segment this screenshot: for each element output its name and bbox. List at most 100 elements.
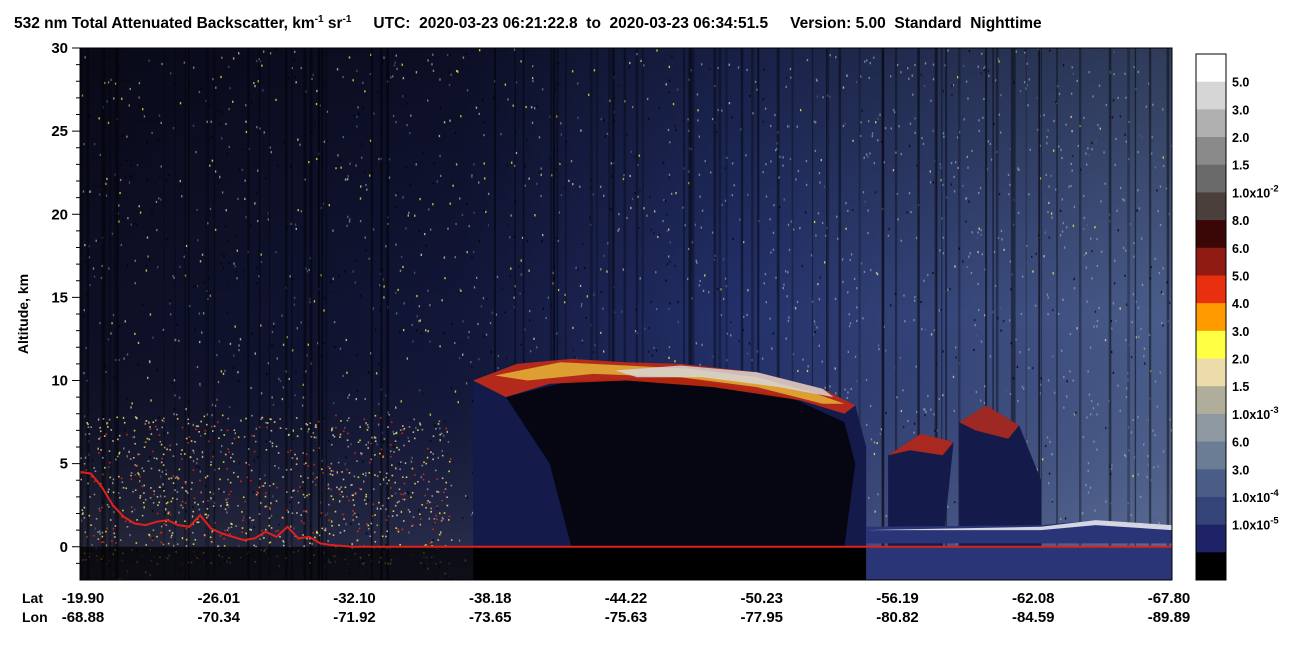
aerosol-speck bbox=[397, 530, 400, 533]
noise-speck bbox=[639, 277, 641, 280]
noise-speck bbox=[807, 365, 809, 368]
noise-speck bbox=[1062, 221, 1064, 225]
noise-speck bbox=[439, 439, 441, 442]
noise-speck bbox=[649, 196, 651, 199]
noise-speck bbox=[409, 184, 411, 187]
noise-speck bbox=[238, 168, 240, 171]
aerosol-speck bbox=[134, 416, 137, 418]
aerosol-speck bbox=[119, 539, 122, 541]
noise-speck bbox=[126, 455, 128, 458]
colorbar-label: 1.0x10-4 bbox=[1232, 488, 1279, 505]
noise-speck bbox=[106, 56, 108, 60]
noise-speck bbox=[129, 87, 131, 91]
aerosol-speck bbox=[327, 487, 330, 490]
noise-speck bbox=[989, 142, 992, 146]
aerosol-speck bbox=[426, 456, 429, 459]
noise-speck bbox=[663, 198, 665, 202]
noise-speck bbox=[1119, 307, 1121, 310]
noise-speck bbox=[1005, 388, 1008, 391]
noise-speck bbox=[638, 154, 641, 157]
aerosol-speck bbox=[275, 445, 278, 448]
noise-speck bbox=[357, 106, 359, 109]
noise-speck bbox=[1105, 103, 1108, 107]
noise-speck bbox=[1099, 127, 1101, 130]
aerosol-speck bbox=[432, 435, 435, 437]
noise-speck bbox=[181, 195, 183, 198]
noise-speck bbox=[1073, 413, 1076, 416]
aerosol-speck bbox=[294, 453, 296, 456]
noise-speck bbox=[1153, 466, 1155, 469]
aerosol-speck bbox=[176, 543, 179, 545]
noise-speck bbox=[538, 136, 541, 139]
aerosol-speck bbox=[342, 478, 345, 481]
noise-speck bbox=[806, 59, 809, 62]
noise-speck bbox=[930, 99, 932, 102]
noise-speck bbox=[1112, 99, 1115, 102]
noise-speck bbox=[164, 512, 167, 515]
noise-speck bbox=[397, 288, 399, 292]
noise-speck bbox=[852, 139, 854, 142]
noise-speck bbox=[900, 409, 903, 413]
noise-speck bbox=[377, 423, 380, 426]
noise-speck bbox=[668, 79, 671, 82]
aerosol-speck bbox=[148, 438, 151, 441]
aerosol-speck bbox=[101, 535, 104, 538]
colorbar-label: 1.0x10-5 bbox=[1232, 516, 1279, 533]
aerosol-speck bbox=[330, 470, 333, 472]
noise-speck bbox=[221, 505, 223, 508]
noise-speck bbox=[228, 406, 231, 409]
colorbar-swatch bbox=[1196, 54, 1226, 83]
y-tick-label: 20 bbox=[51, 206, 68, 223]
aerosol-speck bbox=[412, 431, 415, 433]
noise-speck bbox=[708, 291, 710, 294]
noise-speck bbox=[981, 253, 984, 256]
noise-speck bbox=[84, 417, 86, 420]
aerosol-speck bbox=[84, 531, 87, 534]
noise-speck bbox=[783, 283, 785, 286]
noise-speck bbox=[774, 114, 776, 117]
noise-speck bbox=[593, 293, 595, 296]
aerosol-speck bbox=[266, 426, 268, 429]
noise-speck bbox=[951, 93, 953, 96]
aerosol-speck bbox=[88, 514, 91, 517]
noise-speck bbox=[124, 320, 126, 323]
aerosol-speck bbox=[379, 483, 382, 486]
noise-speck bbox=[618, 213, 620, 216]
noise-speck bbox=[416, 315, 418, 318]
aerosol-speck bbox=[97, 531, 99, 533]
aerosol-speck bbox=[152, 502, 155, 504]
noise-speck bbox=[814, 330, 817, 334]
noise-speck bbox=[411, 323, 413, 327]
noise-speck bbox=[902, 425, 905, 429]
aerosol-speck bbox=[306, 494, 308, 497]
noise-speck bbox=[819, 181, 821, 184]
aerosol-speck bbox=[251, 434, 254, 437]
noise-speck bbox=[260, 392, 263, 395]
aerosol-speck bbox=[244, 500, 246, 503]
noise-speck bbox=[128, 450, 130, 453]
noise-speck bbox=[1162, 324, 1164, 327]
noise-speck bbox=[240, 419, 242, 422]
noise-speck bbox=[954, 501, 956, 504]
noise-speck bbox=[1083, 254, 1085, 257]
aerosol-speck bbox=[433, 522, 436, 524]
noise-speck bbox=[603, 254, 605, 257]
noise-speck bbox=[893, 109, 895, 112]
noise-speck bbox=[395, 406, 397, 409]
aerosol-speck bbox=[194, 501, 196, 504]
aerosol-speck bbox=[429, 542, 432, 545]
noise-speck bbox=[978, 191, 980, 195]
noise-speck bbox=[330, 280, 332, 284]
noise-speck bbox=[292, 437, 294, 441]
noise-speck bbox=[89, 283, 91, 287]
aerosol-speck bbox=[395, 432, 397, 435]
noise-speck bbox=[900, 153, 903, 156]
noise-speck bbox=[877, 493, 879, 496]
noise-speck bbox=[455, 222, 457, 226]
noise-speck bbox=[980, 340, 983, 343]
noise-speck bbox=[529, 309, 531, 313]
noise-speck bbox=[1147, 454, 1149, 458]
noise-speck bbox=[391, 75, 394, 78]
aerosol-speck bbox=[210, 461, 213, 463]
noise-speck bbox=[299, 143, 301, 146]
